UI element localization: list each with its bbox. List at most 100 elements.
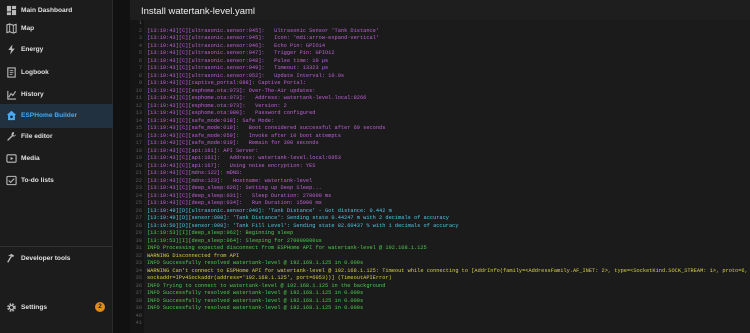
sidebar-divider bbox=[0, 246, 113, 247]
sidebar-item-logbook[interactable]: Logbook bbox=[0, 62, 113, 84]
log-text: [13:19:43][C][esphome.ota:073]: Version:… bbox=[147, 102, 287, 109]
line-number: 14 bbox=[135, 117, 142, 124]
sidebar-item-energy[interactable]: Energy bbox=[0, 39, 113, 61]
log-line: 1 bbox=[130, 20, 750, 28]
line-number: 35 bbox=[135, 275, 142, 281]
dialog-title: Install watertank-level.yaml bbox=[141, 6, 256, 17]
line-number: 26 bbox=[135, 207, 142, 214]
log-line: 40 bbox=[130, 313, 750, 321]
line-number: 34 bbox=[135, 267, 142, 274]
log-line: 17 [13:19:43][C][safe_mode:019]: Remain f… bbox=[130, 140, 750, 148]
sidebar-item-label: Media bbox=[21, 155, 40, 162]
esphome-icon bbox=[6, 110, 17, 121]
sidebar-item-file-editor[interactable]: File editor bbox=[0, 126, 113, 148]
line-number: 18 bbox=[135, 147, 142, 154]
log-line: 23 [13:19:43][C][deep_sleep:026]: Setting… bbox=[130, 185, 750, 193]
lightning-icon bbox=[8, 44, 15, 55]
log-line: 16 [13:19:43][C][safe_mode:059]: Invoke a… bbox=[130, 133, 750, 141]
line-number: 11 bbox=[135, 95, 142, 101]
line-number: 7 bbox=[138, 65, 142, 71]
sidebar-item-label: Map bbox=[21, 25, 35, 32]
notification-badge: 2 bbox=[95, 302, 105, 312]
log-line: 41 bbox=[130, 320, 750, 328]
log-line: 18 [13:19:43][C][api:161]: API Server: bbox=[130, 148, 750, 156]
line-number: 17 bbox=[135, 140, 142, 146]
log-line: 29 [13:19:53][I][deep_sleep:062]: Beginni… bbox=[130, 230, 750, 238]
line-number: 32 bbox=[135, 252, 142, 259]
log-text: [13:19:43][C][ultrasonic.sensor:049]: Ti… bbox=[147, 65, 329, 71]
log-line: 11 [13:19:43][C][esphome.ota:073]: Addres… bbox=[130, 95, 750, 103]
line-number: 23 bbox=[135, 185, 142, 191]
line-number: 19 bbox=[135, 155, 142, 161]
sidebar-item-label: Main Dashboard bbox=[21, 7, 73, 14]
log-text: [13:19:43][C][ultrasonic.sensor:052]: Up… bbox=[147, 72, 345, 79]
log-text: [13:19:43][C][deep_sleep:026]: Setting u… bbox=[147, 185, 322, 191]
line-number: 30 bbox=[135, 237, 142, 244]
log-line: 13 [13:19:43][C][esphome.ota:080]: Passwo… bbox=[130, 110, 750, 118]
log-text: [13:19:53][I][deep_sleep:064]: Sleeping … bbox=[147, 237, 322, 244]
log-line: 28 [13:19:50][D][sensor:098]: 'Tank Fill … bbox=[130, 223, 750, 231]
line-number: 4 bbox=[138, 42, 142, 49]
log-text: [13:19:43][C][deep_sleep:031]: Sleep Dur… bbox=[147, 192, 332, 199]
line-number: 39 bbox=[135, 305, 142, 311]
install-dialog: Install watertank-level.yaml 1 2 [13:19:43… bbox=[130, 0, 750, 333]
log-text: INFO Trying to connect to watertank-leve… bbox=[147, 282, 386, 289]
line-number: 31 bbox=[135, 245, 142, 251]
log-line: 6 [13:19:43][C][ultrasonic.sensor:048]: P… bbox=[130, 58, 750, 66]
line-number: 25 bbox=[135, 200, 142, 206]
sidebar-item-label: History bbox=[21, 91, 44, 98]
log-text: [13:19:43][C][deep_sleep:034]: Run Durat… bbox=[147, 200, 322, 206]
log-line: 22 [13:19:43][C][mdns:123]: Hostname: wat… bbox=[130, 178, 750, 186]
sidebar-item-history[interactable]: History bbox=[0, 84, 113, 106]
wrench-icon bbox=[7, 131, 17, 141]
line-number: 16 bbox=[135, 132, 142, 139]
line-number: 2 bbox=[138, 27, 142, 34]
log-text: [13:19:43][C][esphome.ota:080]: Password… bbox=[147, 110, 316, 116]
line-number: 9 bbox=[138, 80, 142, 86]
sidebar-item-settings[interactable]: Settings 2 bbox=[0, 297, 113, 319]
log-output[interactable]: 1 2 [13:19:43][C][ultrasonic.sensor:045]: … bbox=[130, 20, 750, 333]
sidebar-item-map[interactable]: Map bbox=[0, 18, 113, 40]
sidebar-item-label: ESPHome Builder bbox=[21, 112, 78, 119]
line-number: 12 bbox=[135, 102, 142, 109]
hammer-icon bbox=[7, 253, 15, 263]
log-line: 9 [13:19:43][C][captive_portal:088]: Capt… bbox=[130, 80, 750, 88]
log-line: 3 [13:19:43][C][ultrasonic.sensor:045]: I… bbox=[130, 35, 750, 43]
line-number: 38 bbox=[135, 297, 142, 304]
sidebar-item-esphome-builder[interactable]: ESPHome Builder bbox=[0, 104, 113, 128]
line-number: 33 bbox=[135, 260, 142, 266]
media-icon bbox=[6, 154, 17, 163]
line-number: 36 bbox=[135, 282, 142, 289]
log-text: WARNING Disconnected from API bbox=[147, 252, 240, 259]
log-text: [13:19:43][C][ultrasonic.sensor:046]: Ec… bbox=[147, 42, 326, 49]
view-dashboard-icon bbox=[6, 5, 17, 16]
log-line: 36 INFO Trying to connect to watertank-le… bbox=[130, 283, 750, 291]
log-text: [13:19:43][C][api:161]: Address: waterta… bbox=[147, 155, 341, 161]
log-line: 5 [13:19:43][C][ultrasonic.sensor:047]: T… bbox=[130, 50, 750, 58]
sidebar: Main Dashboard Map Energy Logbook Histor… bbox=[0, 0, 113, 333]
log-text: WARNING Can't connect to ESPHome API for… bbox=[147, 267, 748, 274]
sidebar-item-developer-tools[interactable]: Developer tools bbox=[0, 248, 113, 270]
sidebar-item-media[interactable]: Media bbox=[0, 148, 113, 170]
line-number: 29 bbox=[135, 230, 142, 236]
log-line: 33 INFO Successfully resolved watertank-l… bbox=[130, 260, 750, 268]
line-number: 5 bbox=[138, 50, 142, 56]
sidebar-item-todo-lists[interactable]: To-do lists bbox=[0, 170, 113, 192]
line-number: 15 bbox=[135, 125, 142, 131]
log-line: 4 [13:19:43][C][ultrasonic.sensor:046]: E… bbox=[130, 43, 750, 51]
log-text: [13:19:43][C][safe_mode:019]: Boot consi… bbox=[147, 125, 386, 131]
log-line: 35 sockaddr=IPv4Sockaddr(address='192.168… bbox=[130, 275, 750, 283]
line-number: 3 bbox=[138, 35, 142, 41]
log-text: [13:19:43][C][safe_mode:018]: Safe Mode: bbox=[147, 117, 275, 124]
log-text: [13:19:43][C][ultrasonic.sensor:045]: Ic… bbox=[147, 35, 380, 41]
line-number: 24 bbox=[135, 192, 142, 199]
log-text: [13:19:43][C][safe_mode:019]: Remain for… bbox=[147, 140, 319, 146]
log-text: [13:19:43][C][api:161]: API Server: bbox=[147, 147, 259, 154]
log-text: INFO Processing expected disconnect from… bbox=[147, 245, 427, 251]
log-line: 37 INFO Successfully resolved watertank-l… bbox=[130, 290, 750, 298]
log-text: sockaddr=IPv4Sockaddr(address='192.168.1… bbox=[147, 275, 392, 281]
sidebar-item-label: Settings bbox=[21, 304, 48, 311]
log-line: 20 [13:19:43][C][api:167]: Using noise en… bbox=[130, 163, 750, 171]
log-text: [13:19:43][C][ultrasonic.sensor:047]: Tr… bbox=[147, 50, 335, 56]
log-text: [13:19:49][D][ultrasonic.sensor:040]: 'T… bbox=[147, 207, 392, 214]
